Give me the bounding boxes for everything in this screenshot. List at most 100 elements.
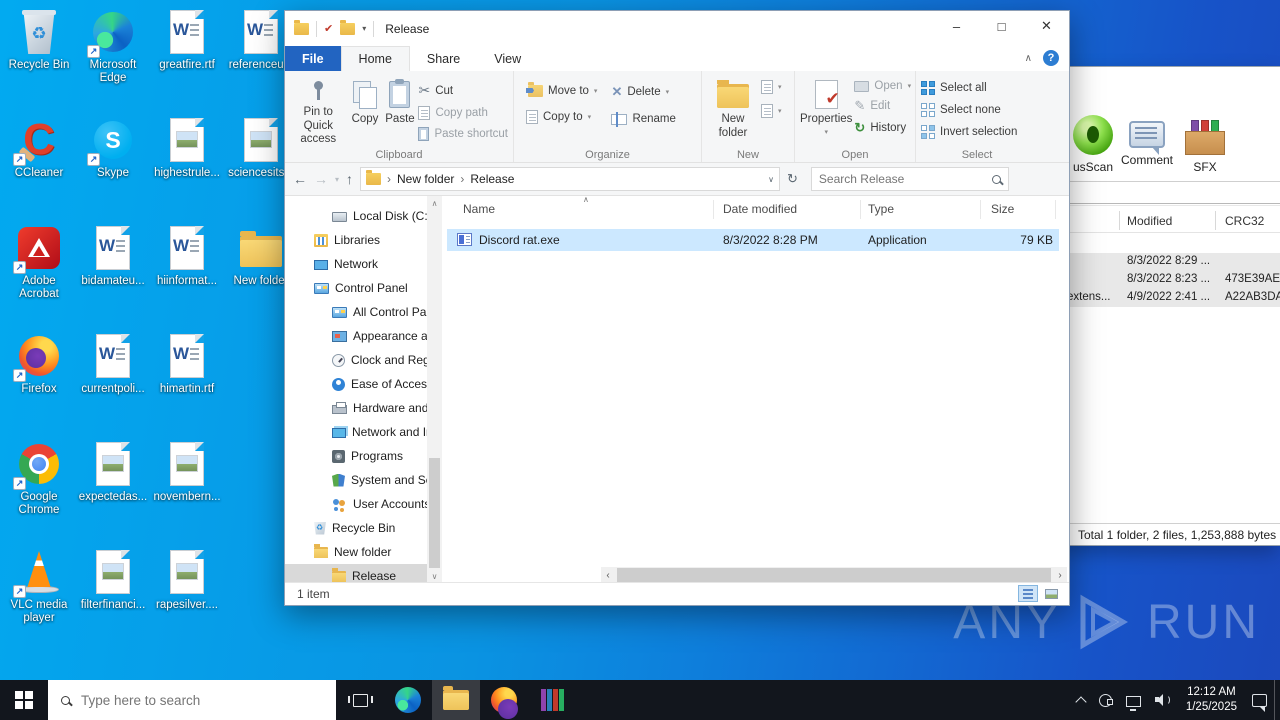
- taskbar-clock[interactable]: 12:12 AM 1/25/2025: [1178, 685, 1245, 715]
- open-button[interactable]: Open ▾: [854, 80, 911, 92]
- easy-access-button[interactable]: ▾: [761, 80, 782, 94]
- new-item-button[interactable]: ▾: [761, 104, 782, 118]
- history-button[interactable]: ↻ History: [854, 120, 911, 136]
- sidebar-item-network[interactable]: Network: [285, 252, 441, 276]
- sidebar-item-release[interactable]: Release: [285, 564, 441, 584]
- thumbnails-view-button[interactable]: [1041, 585, 1061, 602]
- desktop-icon-rapesilver[interactable]: rapesilver....: [150, 548, 224, 612]
- select-all-button[interactable]: Select all: [921, 81, 1017, 95]
- help-icon[interactable]: ?: [1043, 50, 1059, 66]
- sidebar-item-clock-and-regi[interactable]: Clock and Regi: [285, 348, 441, 372]
- qat-customize-dropdown[interactable]: ▾: [362, 24, 366, 33]
- taskbar-app-winrar[interactable]: [528, 680, 576, 720]
- action-center-button[interactable]: [1245, 680, 1274, 720]
- up-button[interactable]: ↑: [346, 171, 353, 187]
- desktop-icon-filterfinanci[interactable]: filterfinanci...: [76, 548, 150, 612]
- desktop-icon-firefox[interactable]: ↗ Firefox: [2, 332, 76, 396]
- sidebar-item-system-and-se[interactable]: System and Se: [285, 468, 441, 492]
- desktop-icon-himartin-rtf[interactable]: Whimartin.rtf: [150, 332, 224, 396]
- forward-button[interactable]: →: [314, 171, 328, 187]
- desktop-icon-adobe-acrobat[interactable]: ↗ Adobe Acrobat: [2, 224, 76, 301]
- breadcrumb-new-folder[interactable]: New folder: [397, 172, 454, 186]
- search-box[interactable]: [810, 167, 1009, 191]
- qat-new-folder-icon[interactable]: [340, 19, 356, 35]
- desktop-icon-google-chrome[interactable]: ↗ Google Chrome: [2, 440, 76, 517]
- desktop-icon-hiinformat[interactable]: Whiinformat...: [150, 224, 224, 288]
- paste-shortcut-button[interactable]: Paste shortcut: [418, 127, 508, 141]
- show-desktop-button[interactable]: [1274, 680, 1280, 720]
- taskbar-app-edge[interactable]: [384, 680, 432, 720]
- new-folder-button[interactable]: New folder: [707, 75, 759, 147]
- winrar-header-crc32[interactable]: CRC32: [1225, 214, 1264, 228]
- taskbar-app-explorer[interactable]: [432, 680, 480, 720]
- winrar-header-modified[interactable]: Modified: [1127, 214, 1172, 228]
- tray-ime-button[interactable]: [1092, 680, 1119, 720]
- tab-share[interactable]: Share: [410, 46, 477, 71]
- back-button[interactable]: ←: [293, 171, 307, 187]
- move-to-button[interactable]: Move to ▾: [526, 82, 597, 97]
- desktop-icon-microsoft-edge[interactable]: ↗ Microsoft Edge: [76, 8, 150, 85]
- winrar-file-row[interactable]: extens... 4/9/2022 2:41 ... A22AB3DA: [1065, 289, 1280, 307]
- rename-button[interactable]: Rename: [611, 111, 676, 127]
- nav-scroll-up[interactable]: ∧: [427, 196, 442, 211]
- tray-volume-button[interactable]: [1148, 680, 1178, 720]
- invert-selection-button[interactable]: Invert selection: [921, 125, 1017, 139]
- scroll-right-arrow[interactable]: ›: [1053, 570, 1067, 581]
- nav-scrollbar[interactable]: ∧ ∨: [427, 196, 442, 584]
- tray-network-button[interactable]: [1119, 680, 1148, 720]
- sidebar-item-control-panel[interactable]: Control Panel: [285, 276, 441, 300]
- tray-overflow-button[interactable]: [1070, 680, 1092, 720]
- sidebar-item-recycle-bin[interactable]: Recycle Bin: [285, 516, 441, 540]
- desktop-icon-vlc-media-player[interactable]: ↗ VLC media player: [2, 548, 76, 625]
- details-view-button[interactable]: [1018, 585, 1038, 602]
- cut-button[interactable]: ✂ Cut: [418, 82, 508, 99]
- sidebar-item-appearance-an[interactable]: Appearance an: [285, 324, 441, 348]
- desktop-icon-expectedas[interactable]: expectedas...: [76, 440, 150, 504]
- winrar-file-row[interactable]: 8/3/2022 8:23 ... 473E39AE: [1065, 271, 1280, 289]
- maximize-button[interactable]: □: [979, 11, 1024, 41]
- tab-home[interactable]: Home: [340, 46, 410, 71]
- desktop-icon-ccleaner[interactable]: C ↗ CCleaner: [2, 116, 76, 180]
- header-type[interactable]: Type: [868, 202, 894, 216]
- task-view-button[interactable]: [336, 680, 384, 720]
- header-name[interactable]: Name: [463, 202, 495, 216]
- horizontal-scroll-thumb[interactable]: [617, 568, 1051, 583]
- sidebar-item-libraries[interactable]: Libraries: [285, 228, 441, 252]
- sort-ascending-icon[interactable]: ∧: [583, 195, 589, 204]
- breadcrumb-release[interactable]: Release: [470, 172, 514, 186]
- taskbar-search-input[interactable]: [81, 692, 323, 708]
- desktop-icon-skype[interactable]: S ↗ Skype: [76, 116, 150, 180]
- select-none-button[interactable]: Select none: [921, 103, 1017, 117]
- sidebar-item-programs[interactable]: Programs: [285, 444, 441, 468]
- sidebar-item-ease-of-access[interactable]: Ease of Access: [285, 372, 441, 396]
- copy-button[interactable]: Copy: [349, 75, 382, 147]
- desktop-icon-bidamateu[interactable]: Wbidamateu...: [76, 224, 150, 288]
- start-button[interactable]: [0, 680, 48, 720]
- close-button[interactable]: ✕: [1024, 11, 1069, 41]
- taskbar-app-firefox[interactable]: [480, 680, 528, 720]
- edit-button[interactable]: ✎ Edit: [854, 98, 911, 114]
- desktop-icon-currentpoli[interactable]: Wcurrentpoli...: [76, 332, 150, 396]
- pin-to-quick-access-button[interactable]: Pin to Quick access: [290, 75, 347, 147]
- search-input[interactable]: [818, 172, 986, 186]
- sidebar-item-local-disk-c[interactable]: Local Disk (C:): [285, 204, 441, 228]
- copy-to-button[interactable]: Copy to ▾: [526, 110, 597, 124]
- tab-view[interactable]: View: [477, 46, 538, 71]
- sidebar-item-network-and-in[interactable]: Network and In: [285, 420, 441, 444]
- sidebar-item-new-folder[interactable]: New folder: [285, 540, 441, 564]
- desktop-icon-greatfire-rtf[interactable]: Wgreatfire.rtf: [150, 8, 224, 72]
- paste-button[interactable]: Paste: [384, 75, 417, 147]
- winrar-virus-scan-button[interactable]: usScan: [1065, 115, 1121, 174]
- winrar-sfx-button[interactable]: SFX: [1177, 115, 1233, 174]
- scroll-left-arrow[interactable]: ‹: [601, 570, 615, 581]
- header-size[interactable]: Size: [991, 202, 1014, 216]
- ribbon-collapse-icon[interactable]: ∧: [1025, 53, 1032, 64]
- delete-button[interactable]: ✕ Delete ▾: [611, 84, 675, 100]
- recent-locations-dropdown[interactable]: ▾: [335, 175, 339, 184]
- properties-button[interactable]: ✔ Properties ▾: [800, 75, 852, 147]
- desktop-icon-highestrule[interactable]: highestrule...: [150, 116, 224, 180]
- refresh-button[interactable]: ↻: [787, 171, 798, 187]
- copy-path-button[interactable]: Copy path: [418, 106, 508, 120]
- winrar-file-row[interactable]: 8/3/2022 8:29 ...: [1065, 253, 1280, 271]
- address-dropdown[interactable]: ∨: [768, 175, 774, 184]
